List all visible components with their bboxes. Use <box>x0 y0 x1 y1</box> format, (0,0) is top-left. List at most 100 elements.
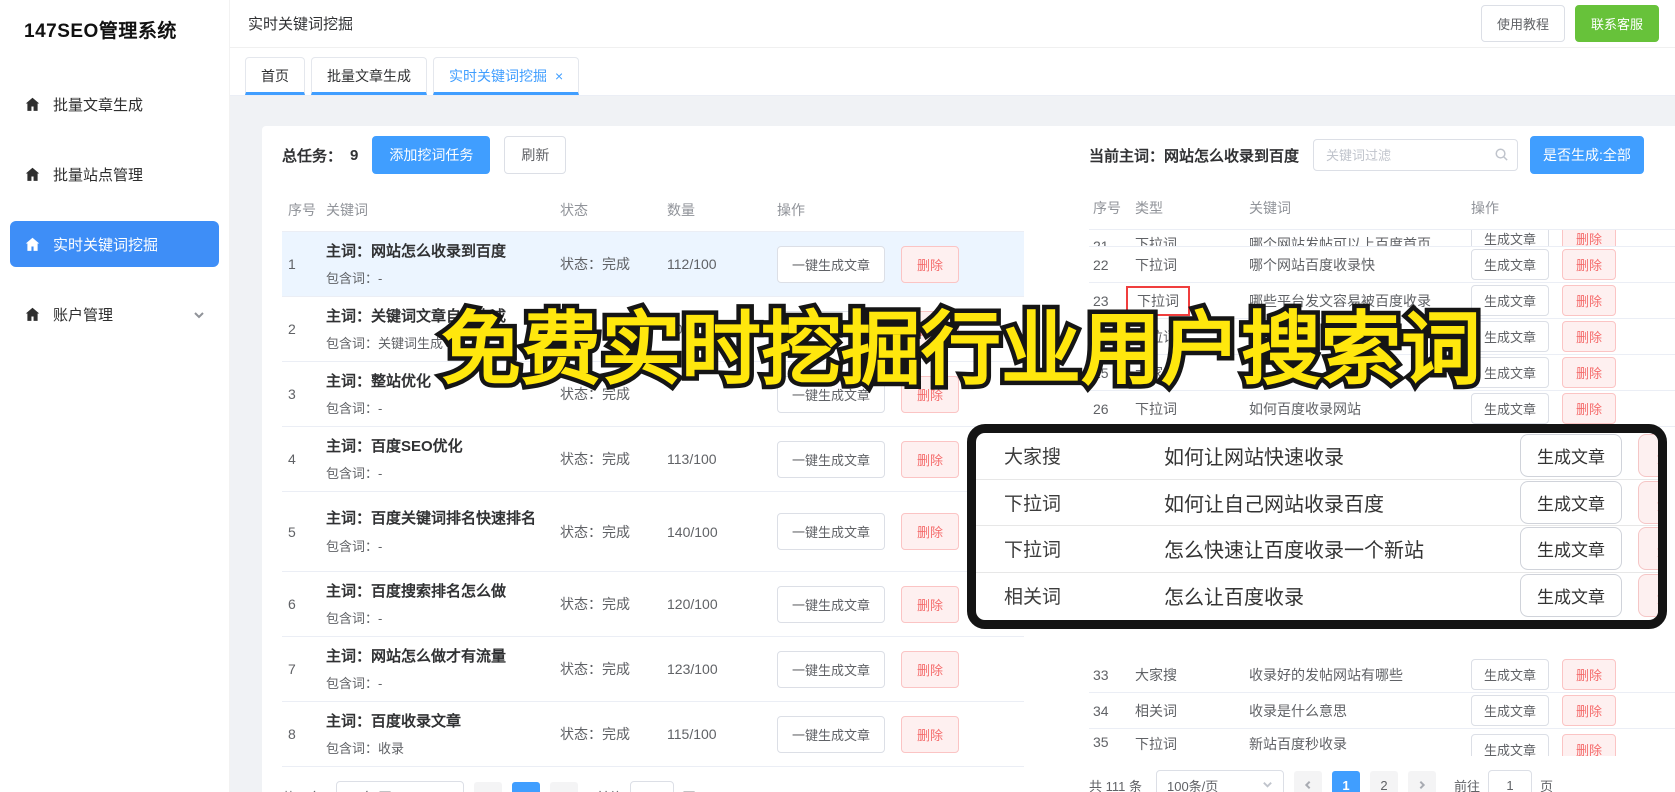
task-main-keyword: 主词：百度关键词排名快速排名 <box>326 510 537 528</box>
next-page-button[interactable] <box>1407 771 1436 792</box>
app-logo: 147SEO管理系统 <box>24 21 177 42</box>
delete-button[interactable]: 删除 <box>1562 695 1617 726</box>
total-tasks-label: 总任务： <box>282 147 343 165</box>
generate-article-button[interactable]: 一键生成文章 <box>777 513 886 550</box>
col-ops: 操作 <box>777 201 805 218</box>
task-status: 状态：完成 <box>560 726 630 742</box>
sidebar-item-batch-article[interactable]: 批量文章生成 <box>10 81 219 127</box>
row-index: 5 <box>288 523 296 540</box>
keyword-type: 大家搜 <box>1004 447 1062 469</box>
sidebar-item-account[interactable]: 账户管理 <box>10 291 219 337</box>
generate-article-button[interactable]: 生成文章 <box>1520 527 1622 571</box>
generate-article-button[interactable]: 一键生成文章 <box>777 715 886 753</box>
delete-button[interactable]: 删除 <box>1562 249 1617 280</box>
generate-article-button[interactable]: 生成文章 <box>1471 321 1550 352</box>
generate-article-button[interactable]: 生成文章 <box>1520 434 1622 478</box>
tutorial-button[interactable]: 使用教程 <box>1480 5 1565 42</box>
delete-button[interactable]: 删除 <box>1562 230 1617 246</box>
delete-button[interactable]: 删除 <box>1562 393 1617 424</box>
task-include-words: 包含词：- <box>326 611 383 627</box>
task-main-keyword: 主词：百度搜索排名怎么做 <box>326 582 507 600</box>
page-size-value: 10条/页 <box>347 787 391 792</box>
keyword-filter-input[interactable] <box>1313 139 1519 171</box>
task-main-keyword: 主词：网站怎么做才有流量 <box>326 647 507 665</box>
generate-article-button[interactable]: 生成文章 <box>1471 659 1550 690</box>
generate-article-button[interactable]: 生成文章 <box>1471 393 1550 424</box>
refresh-button[interactable]: 刷新 <box>504 136 567 174</box>
delete-button[interactable]: 删除 <box>901 585 960 623</box>
generate-article-button[interactable]: 一键生成文章 <box>777 440 886 478</box>
generate-article-button[interactable]: 生成文章 <box>1520 480 1622 524</box>
page-title: 实时关键词挖掘 <box>248 16 354 33</box>
row-index: 3 <box>288 386 296 402</box>
goto-label: 前往 <box>596 787 622 792</box>
next-page-button[interactable] <box>550 782 579 792</box>
generate-article-button[interactable]: 生成文章 <box>1520 574 1622 618</box>
task-status: 状态：完成 <box>560 661 630 677</box>
generate-article-button[interactable]: 生成文章 <box>1471 230 1550 246</box>
delete-button[interactable]: 删除 <box>1562 659 1617 690</box>
keyword-pagination: 共 111 条 100条/页 1 2 前往 页 <box>1089 770 1675 792</box>
close-icon[interactable]: × <box>555 69 563 83</box>
chevron-down-icon <box>442 789 453 792</box>
delete-button[interactable]: 删除 <box>901 513 960 550</box>
prev-page-button[interactable] <box>474 782 503 792</box>
task-qty: 140/100 <box>667 523 718 540</box>
magnified-callout-box: 大家搜 如何让网站快速收录 生成文章删除 下拉词 如何让自己网站收录百度 生成文… <box>967 424 1667 629</box>
sidebar-item-keyword-mining[interactable]: 实时关键词挖掘 <box>10 221 219 267</box>
generate-article-button[interactable]: 生成文章 <box>1471 695 1550 726</box>
generate-article-button[interactable]: 一键生成文章 <box>777 650 886 688</box>
delete-button[interactable]: 删除 <box>1562 285 1617 316</box>
pagination-total: 共 111 条 <box>1089 778 1142 792</box>
prev-page-button[interactable] <box>1293 771 1322 792</box>
task-pagination: 共 9 条 10条/页 1 前往 页 <box>282 781 1024 792</box>
generate-article-button[interactable]: 生成文章 <box>1471 285 1550 316</box>
add-task-button[interactable]: 添加挖词任务 <box>372 136 491 174</box>
tab-home[interactable]: 首页 <box>245 57 305 95</box>
generate-article-button[interactable]: 生成文章 <box>1471 357 1550 388</box>
generate-article-button[interactable]: 生成文章 <box>1471 249 1550 280</box>
callout-row: 大家搜 如何让网站快速收录 生成文章删除 <box>976 433 1658 480</box>
table-row: 4 主词：百度SEO优化 包含词：- 状态：完成 113/100 一键生成文章 删除 <box>282 427 1024 492</box>
callout-row: 下拉词 怎么快速让百度收录一个新站 生成文章删除 <box>976 526 1658 573</box>
generate-filter-button[interactable]: 是否生成:全部 <box>1530 136 1644 174</box>
sidebar-item-label: 实时关键词挖掘 <box>53 236 159 254</box>
task-status: 状态：完成 <box>560 596 630 612</box>
generate-article-button[interactable]: 一键生成文章 <box>777 585 886 623</box>
task-qty: 120/100 <box>667 596 718 612</box>
table-row: 6 主词：百度搜索排名怎么做 包含词：- 状态：完成 120/100 一键生成文章… <box>282 572 1024 637</box>
delete-button[interactable]: 删除 <box>1562 357 1617 388</box>
delete-button[interactable]: 删除 <box>1638 434 1658 478</box>
page-size-select[interactable]: 10条/页 <box>336 781 465 792</box>
home-icon <box>24 306 41 323</box>
generate-article-button[interactable]: 生成文章 <box>1471 734 1550 756</box>
page-number-2[interactable]: 2 <box>1369 771 1398 792</box>
delete-button[interactable]: 删除 <box>901 245 960 283</box>
goto-page-input[interactable] <box>630 781 675 792</box>
delete-button[interactable]: 删除 <box>901 440 960 478</box>
delete-button[interactable]: 删除 <box>1562 734 1617 756</box>
delete-button[interactable]: 删除 <box>1638 480 1658 524</box>
keyword-text: 收录好的发帖网站有哪些 <box>1249 666 1403 683</box>
col-status: 状态 <box>560 201 588 218</box>
delete-button[interactable]: 删除 <box>901 715 960 753</box>
col-id: 序号 <box>1093 199 1121 216</box>
task-status: 状态：完成 <box>560 451 630 467</box>
row-index: 7 <box>288 661 296 677</box>
keyword-text: 新站百度秒收录 <box>1249 736 1347 752</box>
contact-support-button[interactable]: 联系客服 <box>1574 5 1659 42</box>
goto-page-input[interactable] <box>1488 770 1532 792</box>
task-include-words: 包含词：- <box>326 538 383 554</box>
delete-button[interactable]: 删除 <box>1562 321 1617 352</box>
delete-button[interactable]: 删除 <box>901 650 960 688</box>
page-number-1[interactable]: 1 <box>1331 771 1360 792</box>
keyword-text: 怎么让百度收录 <box>1164 587 1304 610</box>
tab-keyword-mining[interactable]: 实时关键词挖掘 × <box>433 57 580 95</box>
page-size-select[interactable]: 100条/页 <box>1155 770 1284 792</box>
tab-batch-article[interactable]: 批量文章生成 <box>311 57 427 95</box>
page-number-1[interactable]: 1 <box>512 782 541 792</box>
delete-button[interactable]: 删除 <box>1638 527 1658 571</box>
sidebar-item-batch-site[interactable]: 批量站点管理 <box>10 151 219 197</box>
delete-button[interactable]: 删除 <box>1638 574 1658 618</box>
generate-article-button[interactable]: 一键生成文章 <box>777 245 886 283</box>
